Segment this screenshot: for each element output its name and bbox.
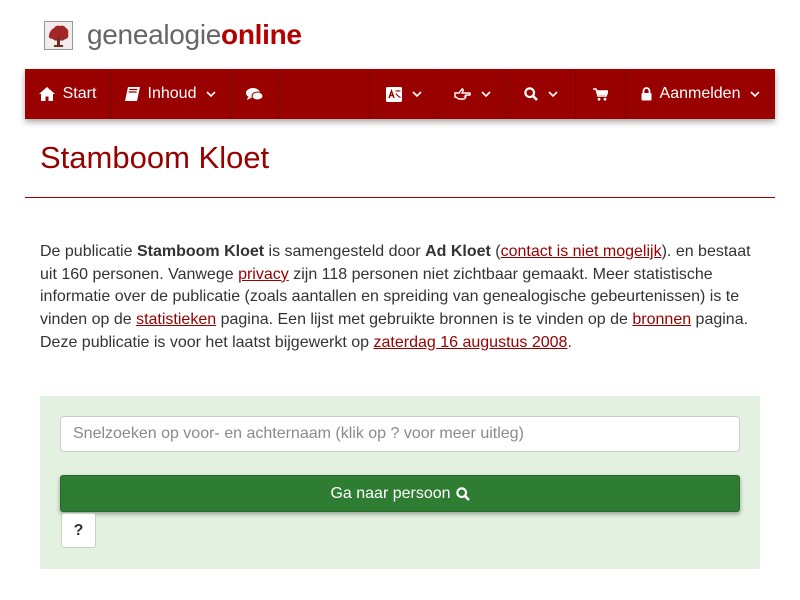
nav-start[interactable]: Start xyxy=(25,69,111,119)
nav-contents-label: Inhoud xyxy=(147,85,197,102)
nav-cart[interactable] xyxy=(576,69,626,119)
nav-search[interactable] xyxy=(507,69,576,119)
chevron-down-icon xyxy=(206,90,217,97)
nav-start-label: Start xyxy=(62,85,97,102)
translate-icon xyxy=(385,86,402,102)
cart-icon xyxy=(593,87,608,101)
sources-link[interactable]: bronnen xyxy=(632,311,691,328)
last-updated-link[interactable]: zaterdag 16 augustus 2008 xyxy=(374,334,568,351)
nav-comments[interactable] xyxy=(231,69,279,119)
tree-icon xyxy=(44,20,73,50)
intro-text: pagina. Een lijst met gebruikte bronnen … xyxy=(216,311,633,329)
intro-text: ( xyxy=(490,243,501,260)
contact-link[interactable]: contact is niet mogelijk xyxy=(501,243,662,260)
title-divider xyxy=(25,197,775,198)
go-to-person-button[interactable]: Ga naar persoon xyxy=(60,475,740,512)
nav-actions[interactable] xyxy=(438,69,507,119)
main-navbar: Start Inhoud Aanmelden xyxy=(25,69,775,119)
chevron-down-icon xyxy=(548,90,558,97)
lock-icon xyxy=(641,87,652,101)
logo-text-online: online xyxy=(221,19,302,50)
search-icon xyxy=(455,486,470,501)
intro-text: De publicatie xyxy=(40,243,137,260)
publication-description: De publicatie Stamboom Kloet is samenges… xyxy=(40,241,762,355)
chevron-down-icon xyxy=(750,90,761,97)
quick-search-input[interactable] xyxy=(60,416,740,452)
intro-text: is samengesteld door xyxy=(264,243,426,260)
logo-text: genealogieonline xyxy=(87,20,302,50)
site-logo[interactable]: genealogieonline xyxy=(44,20,302,50)
author-name: Ad Kloet xyxy=(425,243,491,260)
quick-search-panel: Ga naar persoon ? xyxy=(40,396,760,569)
page-title: Stamboom Kloet xyxy=(40,140,270,175)
nav-login-label: Aanmelden xyxy=(659,85,741,102)
search-help-button[interactable]: ? xyxy=(61,513,96,548)
hand-pointer-icon xyxy=(453,87,471,100)
nav-login[interactable]: Aanmelden xyxy=(626,69,775,119)
go-to-person-label: Ga naar persoon xyxy=(330,484,451,502)
logo-text-genealogie: genealogie xyxy=(87,19,222,50)
privacy-link[interactable]: privacy xyxy=(238,266,289,283)
nav-language[interactable] xyxy=(369,69,438,119)
book-icon xyxy=(124,87,140,101)
search-icon xyxy=(524,87,538,101)
nav-contents[interactable]: Inhoud xyxy=(111,69,231,119)
publication-name: Stamboom Kloet xyxy=(136,243,265,260)
statistics-link[interactable]: statistieken xyxy=(136,311,216,328)
home-icon xyxy=(38,87,55,101)
chevron-down-icon xyxy=(480,90,491,97)
intro-text: . xyxy=(567,333,572,351)
comments-icon xyxy=(246,87,263,100)
chevron-down-icon xyxy=(411,90,422,97)
